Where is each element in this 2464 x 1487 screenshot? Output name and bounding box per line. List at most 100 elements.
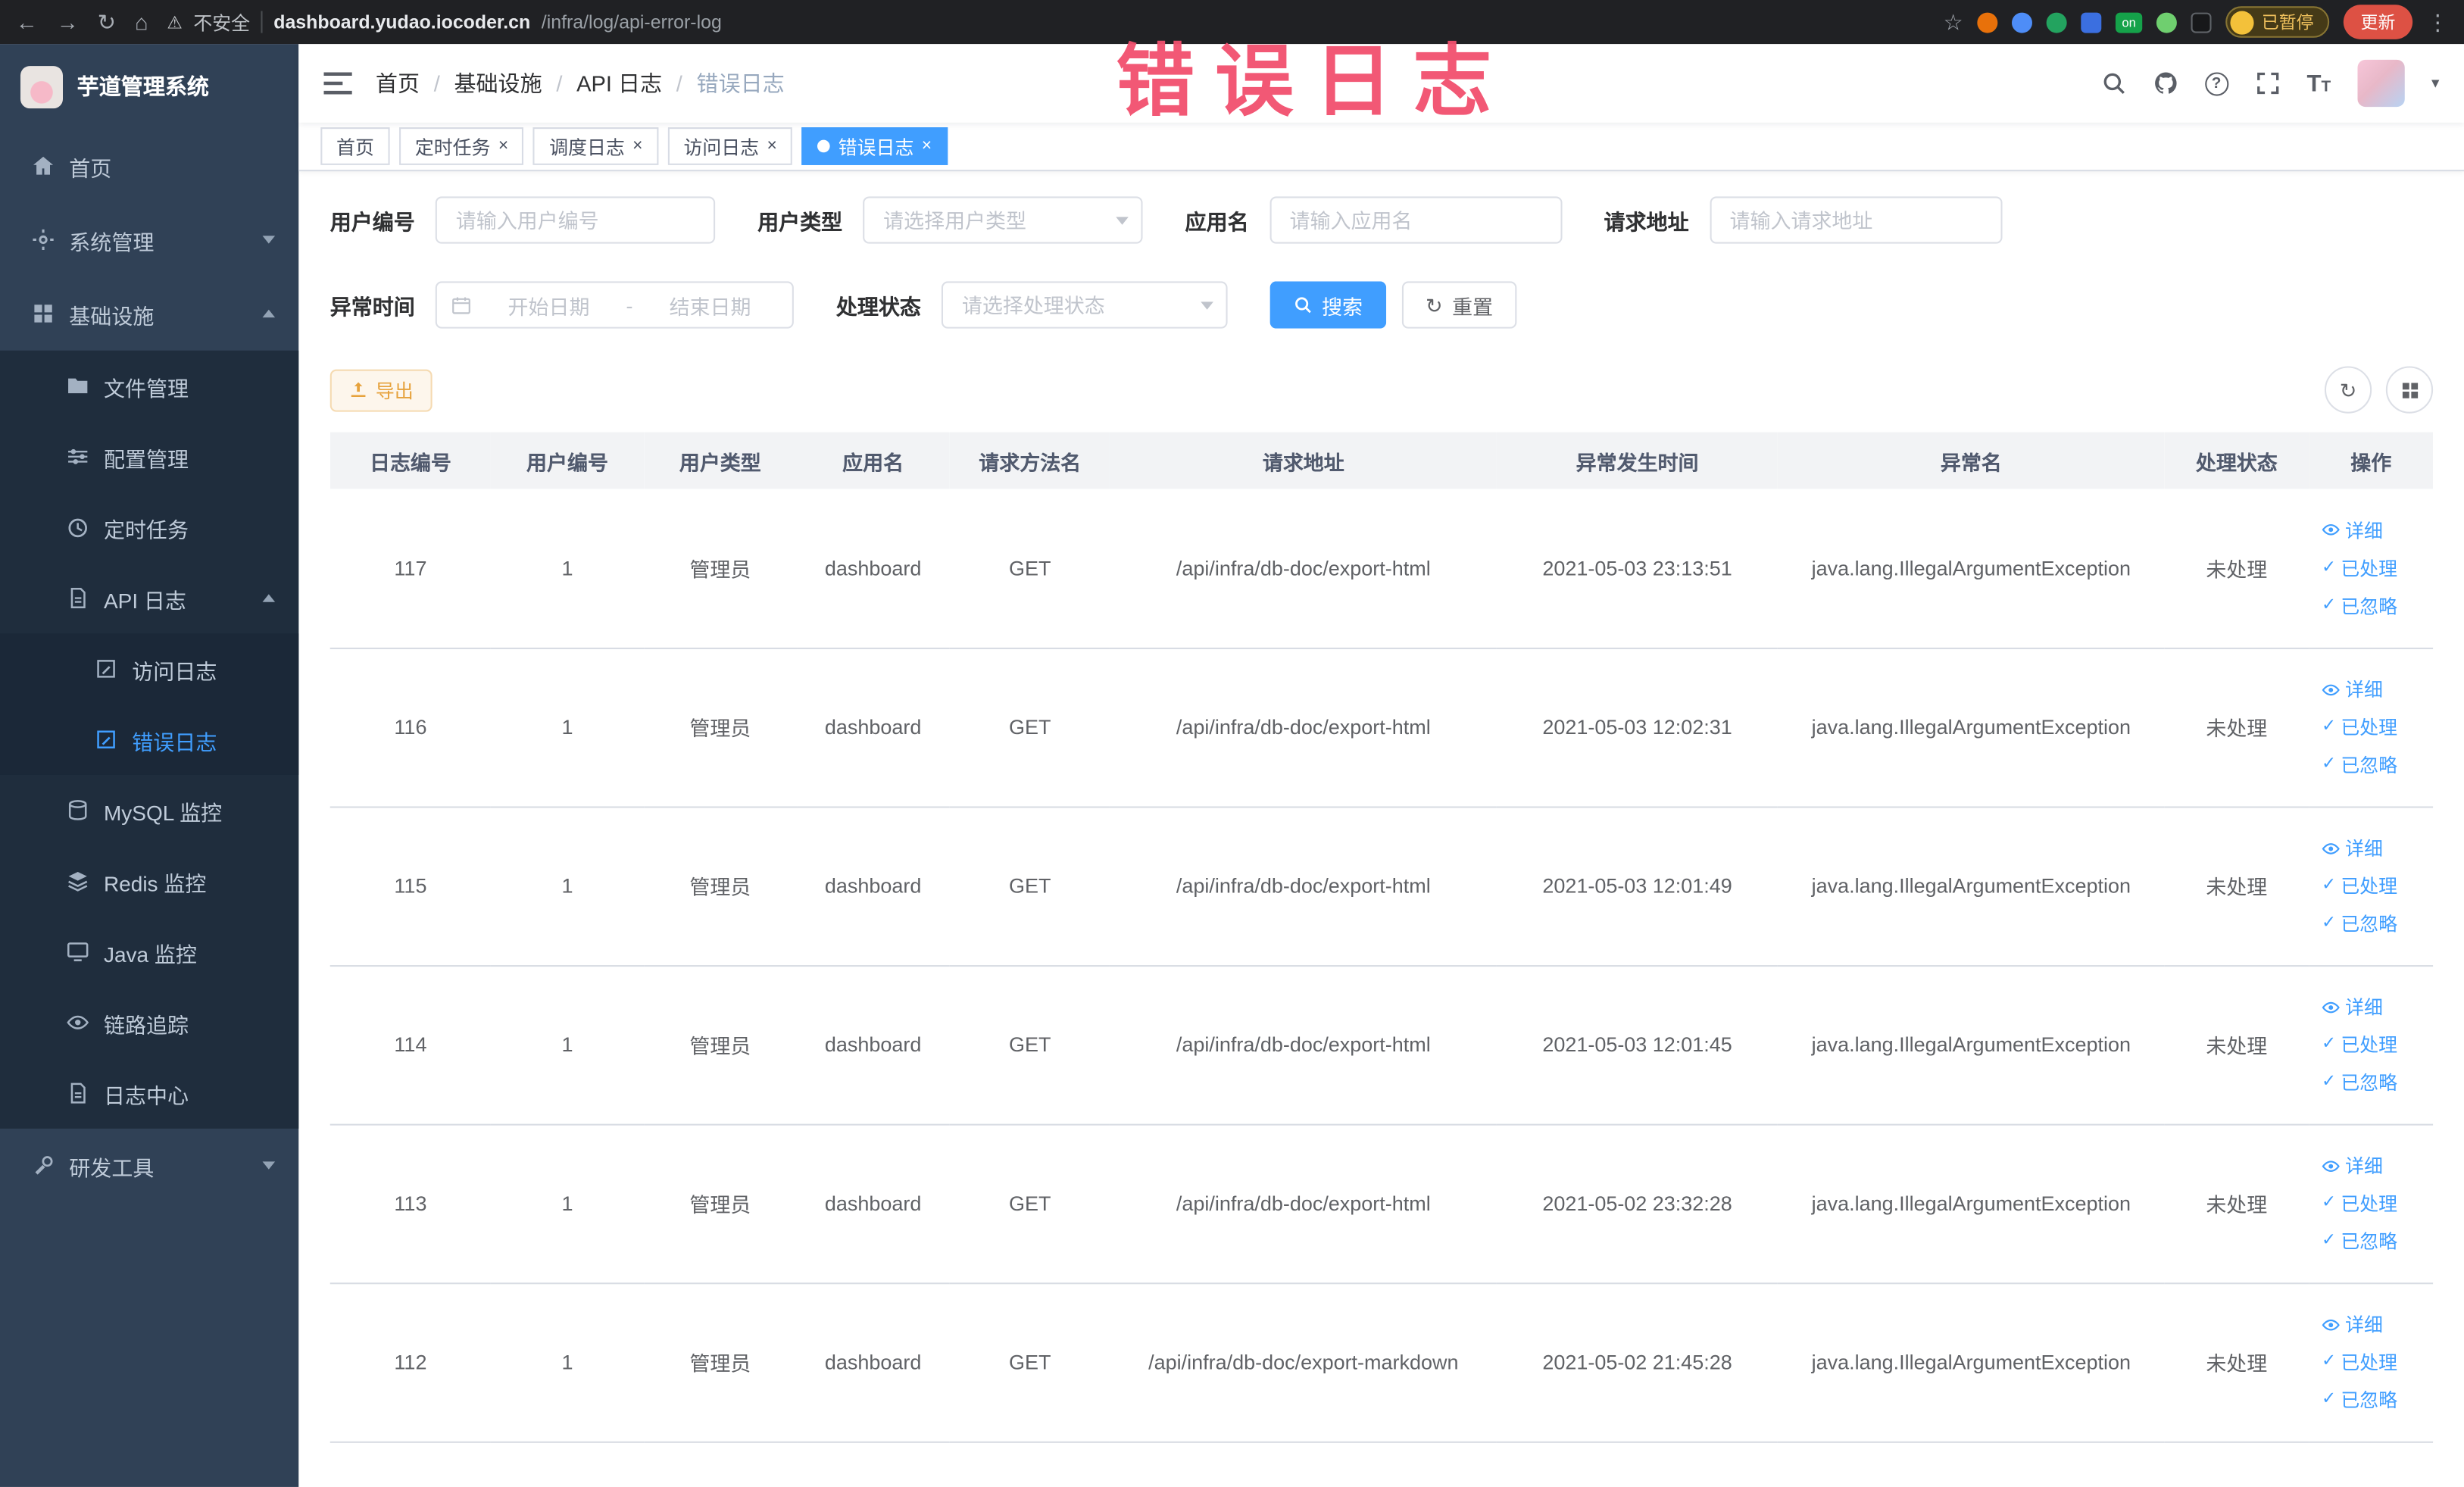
extension-icon-2[interactable] — [2012, 11, 2032, 33]
detail-link[interactable]: 详细 — [2322, 1152, 2383, 1179]
detail-link[interactable]: 详细 — [2322, 517, 2383, 543]
url-path[interactable]: /infra/log/api-error-log — [542, 11, 722, 33]
close-icon[interactable]: × — [498, 137, 508, 155]
detail-link[interactable]: 详细 — [2322, 676, 2383, 702]
bookmark-star-icon[interactable]: ☆ — [1944, 11, 1963, 33]
table-row: 113 1 管理员 dashboard GET /api/infra/db-do… — [329, 1123, 2434, 1284]
cell-user-type: 管理员 — [643, 806, 797, 967]
github-icon[interactable] — [2153, 70, 2178, 95]
breadcrumb-item-home[interactable]: 首页 — [376, 67, 420, 99]
refresh-icon: ↻ — [1426, 292, 1443, 317]
search-icon[interactable] — [2101, 70, 2126, 95]
sidebar-toggle-button[interactable] — [323, 70, 352, 95]
profile-sync-paused-badge[interactable]: 已暂停 — [2225, 6, 2330, 38]
back-icon[interactable]: ← — [16, 11, 38, 33]
request-url-input[interactable] — [1709, 196, 2002, 244]
sidebar-item-api-log[interactable]: API 日志 — [0, 563, 298, 633]
mark-ignored-link[interactable]: ✓ 已忽略 — [2322, 910, 2397, 936]
mark-processed-link[interactable]: ✓ 已处理 — [2322, 1190, 2397, 1217]
app-name-input[interactable] — [1269, 196, 1562, 244]
app-logo[interactable]: 芋道管理系统 — [0, 44, 298, 129]
tab-error-log[interactable]: 错误日志 × — [802, 127, 948, 165]
user-avatar[interactable] — [2357, 59, 2405, 108]
detail-link[interactable]: 详细 — [2322, 835, 2383, 861]
cell-actions: 详细 ✓ 已处理 ✓ 已忽略 — [2309, 647, 2434, 808]
sidebar-item-file-management[interactable]: 文件管理 — [0, 351, 298, 421]
user-type-select-input[interactable] — [863, 196, 1143, 244]
mark-ignored-link[interactable]: ✓ 已忽略 — [2322, 592, 2397, 619]
tab-schedule-log[interactable]: 调度日志 × — [533, 127, 659, 165]
reset-button[interactable]: ↻ 重置 — [1401, 281, 1517, 329]
security-label[interactable]: 不安全 — [193, 8, 250, 35]
refresh-table-button[interactable]: ↻ — [2324, 366, 2372, 414]
start-date-placeholder[interactable]: 开始日期 — [481, 290, 617, 320]
extension-icon-4[interactable] — [2081, 11, 2102, 33]
sidebar-item-home[interactable]: 首页 — [0, 129, 298, 203]
extension-pin-icon[interactable] — [2191, 11, 2212, 33]
detail-link[interactable]: 详细 — [2322, 1311, 2383, 1338]
extension-icon-1[interactable] — [1977, 11, 1998, 33]
sidebar-item-link-tracing[interactable]: 链路追踪 — [0, 987, 298, 1057]
mark-ignored-link[interactable]: ✓ 已忽略 — [2322, 751, 2397, 778]
sidebar-item-label: 基础设施 — [69, 304, 155, 328]
tab-scheduled-jobs[interactable]: 定时任务 × — [399, 127, 524, 165]
mark-processed-link[interactable]: ✓ 已处理 — [2322, 873, 2397, 899]
mark-processed-link[interactable]: ✓ 已处理 — [2322, 714, 2397, 740]
process-status-select-input[interactable] — [941, 281, 1228, 329]
close-icon[interactable]: × — [922, 137, 932, 155]
cell-exception-name: java.lang.IllegalArgumentException — [1778, 647, 2165, 808]
url-bar[interactable]: ⚠ 不安全 dashboard.yudao.iocoder.cn /infra/… — [167, 8, 1924, 35]
close-icon[interactable]: × — [767, 137, 776, 155]
cell-user-type: 管理员 — [643, 489, 797, 648]
user-type-select[interactable] — [863, 196, 1143, 244]
reload-icon[interactable]: ↻ — [98, 11, 116, 33]
tab-access-log[interactable]: 访问日志 × — [667, 127, 793, 165]
chrome-update-button[interactable]: 更新 — [2343, 5, 2413, 39]
cell-app-name: dashboard — [796, 806, 950, 967]
tab-home[interactable]: 首页 — [320, 127, 390, 165]
extension-icon-5[interactable] — [2156, 11, 2177, 33]
sidebar-item-infrastructure[interactable]: 基础设施 — [0, 276, 298, 351]
mark-processed-link[interactable]: ✓ 已处理 — [2322, 1348, 2397, 1375]
eye-icon — [2322, 842, 2341, 854]
breadcrumb-item-api-log[interactable]: API 日志 — [576, 67, 662, 99]
sidebar-item-log-center[interactable]: 日志中心 — [0, 1057, 298, 1128]
layers-icon — [68, 871, 88, 892]
detail-link[interactable]: 详细 — [2322, 993, 2383, 1020]
reset-button-wrap: ↻ 重置 — [1401, 281, 1517, 329]
fullscreen-icon[interactable] — [2255, 70, 2280, 95]
sidebar-item-system[interactable]: 系统管理 — [0, 203, 298, 277]
tab-label: 调度日志 — [549, 136, 625, 158]
search-button[interactable]: 搜索 — [1269, 281, 1387, 329]
forward-icon[interactable]: → — [57, 11, 79, 33]
avatar-caret-icon[interactable]: ▾ — [2431, 75, 2439, 92]
extension-icon-3[interactable] — [2046, 11, 2067, 33]
sidebar-item-mysql-monitor[interactable]: MySQL 监控 — [0, 775, 298, 845]
sidebar-item-error-log[interactable]: 错误日志 — [0, 704, 299, 775]
sidebar-item-access-log[interactable]: 访问日志 — [0, 633, 299, 704]
end-date-placeholder[interactable]: 结束日期 — [642, 290, 778, 320]
sidebar-item-redis-monitor[interactable]: Redis 监控 — [0, 845, 298, 916]
mark-processed-link[interactable]: ✓ 已处理 — [2322, 1031, 2397, 1057]
user-id-input[interactable] — [435, 196, 716, 244]
help-icon[interactable]: ? — [2204, 71, 2228, 95]
close-icon[interactable]: × — [632, 137, 642, 155]
mark-ignored-link[interactable]: ✓ 已忽略 — [2322, 1228, 2397, 1254]
mark-processed-link[interactable]: ✓ 已处理 — [2322, 555, 2397, 581]
browser-home-icon[interactable]: ⌂ — [135, 11, 148, 33]
sidebar-item-java-monitor[interactable]: Java 监控 — [0, 917, 298, 987]
sidebar-item-dev-tools[interactable]: 研发工具 — [0, 1129, 298, 1203]
sidebar-item-scheduled-jobs[interactable]: 定时任务 — [0, 492, 298, 562]
mark-ignored-link[interactable]: ✓ 已忽略 — [2322, 1386, 2397, 1413]
sidebar-item-config-management[interactable]: 配置管理 — [0, 421, 298, 492]
url-host[interactable]: dashboard.yudao.iocoder.cn — [273, 11, 530, 33]
extension-icon-on[interactable]: on — [2115, 11, 2143, 33]
export-button[interactable]: 导出 — [329, 368, 433, 411]
column-settings-button[interactable] — [2385, 366, 2434, 414]
date-range-picker[interactable]: 开始日期 - 结束日期 — [435, 281, 794, 329]
mark-ignored-link[interactable]: ✓ 已忽略 — [2322, 1069, 2397, 1095]
process-status-select[interactable] — [941, 281, 1228, 329]
font-size-icon[interactable]: TT — [2306, 70, 2331, 96]
kebab-menu-icon[interactable]: ⋮ — [2427, 11, 2449, 33]
breadcrumb-item-infrastructure[interactable]: 基础设施 — [454, 67, 542, 99]
